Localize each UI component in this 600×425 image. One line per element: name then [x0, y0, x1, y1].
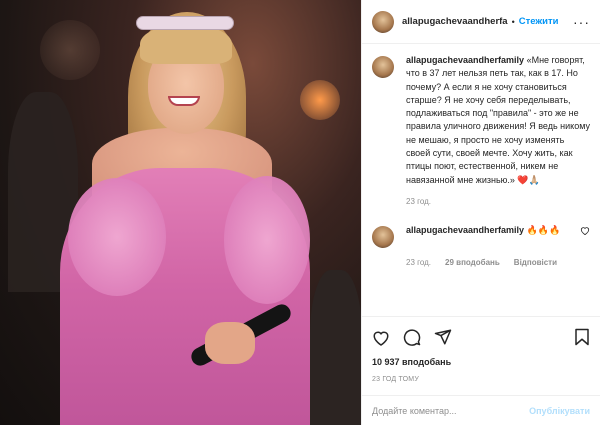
- dress-sleeve-right: [224, 176, 310, 304]
- comment-input[interactable]: [372, 405, 530, 416]
- more-options-icon[interactable]: ···: [573, 15, 590, 29]
- singer-bangs: [140, 24, 232, 64]
- dress-sleeve-left: [68, 178, 166, 296]
- avatar[interactable]: [372, 56, 394, 78]
- post-comment-button[interactable]: Опублікувати: [529, 406, 590, 416]
- caption-time: 23 год.: [406, 196, 432, 206]
- comment-text: 🔥🔥🔥: [526, 224, 561, 235]
- caption-username[interactable]: allapugachevaandherfamily: [406, 55, 524, 65]
- comment-time: 23 год.: [406, 257, 432, 267]
- post-side-panel: allapugachevaandherfa • Стежити ··· alla…: [361, 0, 600, 425]
- avatar[interactable]: [372, 10, 394, 33]
- stage-light: [300, 80, 340, 120]
- avatar[interactable]: [372, 225, 394, 248]
- reply-button[interactable]: Відповісти: [514, 258, 557, 267]
- caption-text: «Мне говорят, что в 37 лет нельзя петь т…: [406, 55, 591, 185]
- comments-area: allapugachevaandherfamily «Мне говорят, …: [362, 44, 600, 267]
- comment-text-block: allapugachevaandherfamily 🔥🔥🔥: [406, 224, 572, 237]
- like-comment-icon[interactable]: [580, 226, 590, 237]
- post-timestamp[interactable]: 23 ГОД ТОМУ: [372, 376, 590, 383]
- post-viewer: allapugachevaandherfa • Стежити ··· alla…: [0, 0, 600, 425]
- post-header: allapugachevaandherfa • Стежити ···: [362, 0, 600, 44]
- share-icon[interactable]: [434, 328, 452, 348]
- header-separator: •: [511, 16, 515, 27]
- caption-text-block: allapugachevaandherfamily «Мне говорят, …: [406, 54, 590, 187]
- header-username[interactable]: allapugachevaandherfa: [402, 16, 508, 27]
- comment-icon[interactable]: [403, 328, 421, 348]
- comment-meta: 23 год. 29 вподобань Відповісти: [406, 258, 590, 267]
- comment-item: allapugachevaandherfamily 🔥🔥🔥: [372, 224, 590, 248]
- bookmark-icon[interactable]: [574, 328, 590, 348]
- post-actions: 10 937 вподобань 23 ГОД ТОМУ: [362, 316, 600, 383]
- follow-button[interactable]: Стежити: [519, 16, 559, 27]
- background-musician: [310, 270, 361, 425]
- singer-smile: [168, 96, 200, 106]
- singer-headband: [136, 16, 234, 30]
- stage-light: [40, 20, 100, 80]
- action-icons: [372, 327, 590, 349]
- likes-count[interactable]: 10 937 вподобань: [372, 357, 590, 367]
- comment-username[interactable]: allapugachevaandherfamily: [406, 225, 524, 235]
- singer-hand: [205, 322, 255, 364]
- heart-icon[interactable]: [372, 329, 390, 348]
- post-photo[interactable]: [0, 0, 361, 425]
- caption-comment: allapugachevaandherfamily «Мне говорят, …: [372, 54, 590, 187]
- comment-likes[interactable]: 29 вподобань: [445, 258, 500, 267]
- add-comment-bar: Опублікувати: [362, 395, 600, 425]
